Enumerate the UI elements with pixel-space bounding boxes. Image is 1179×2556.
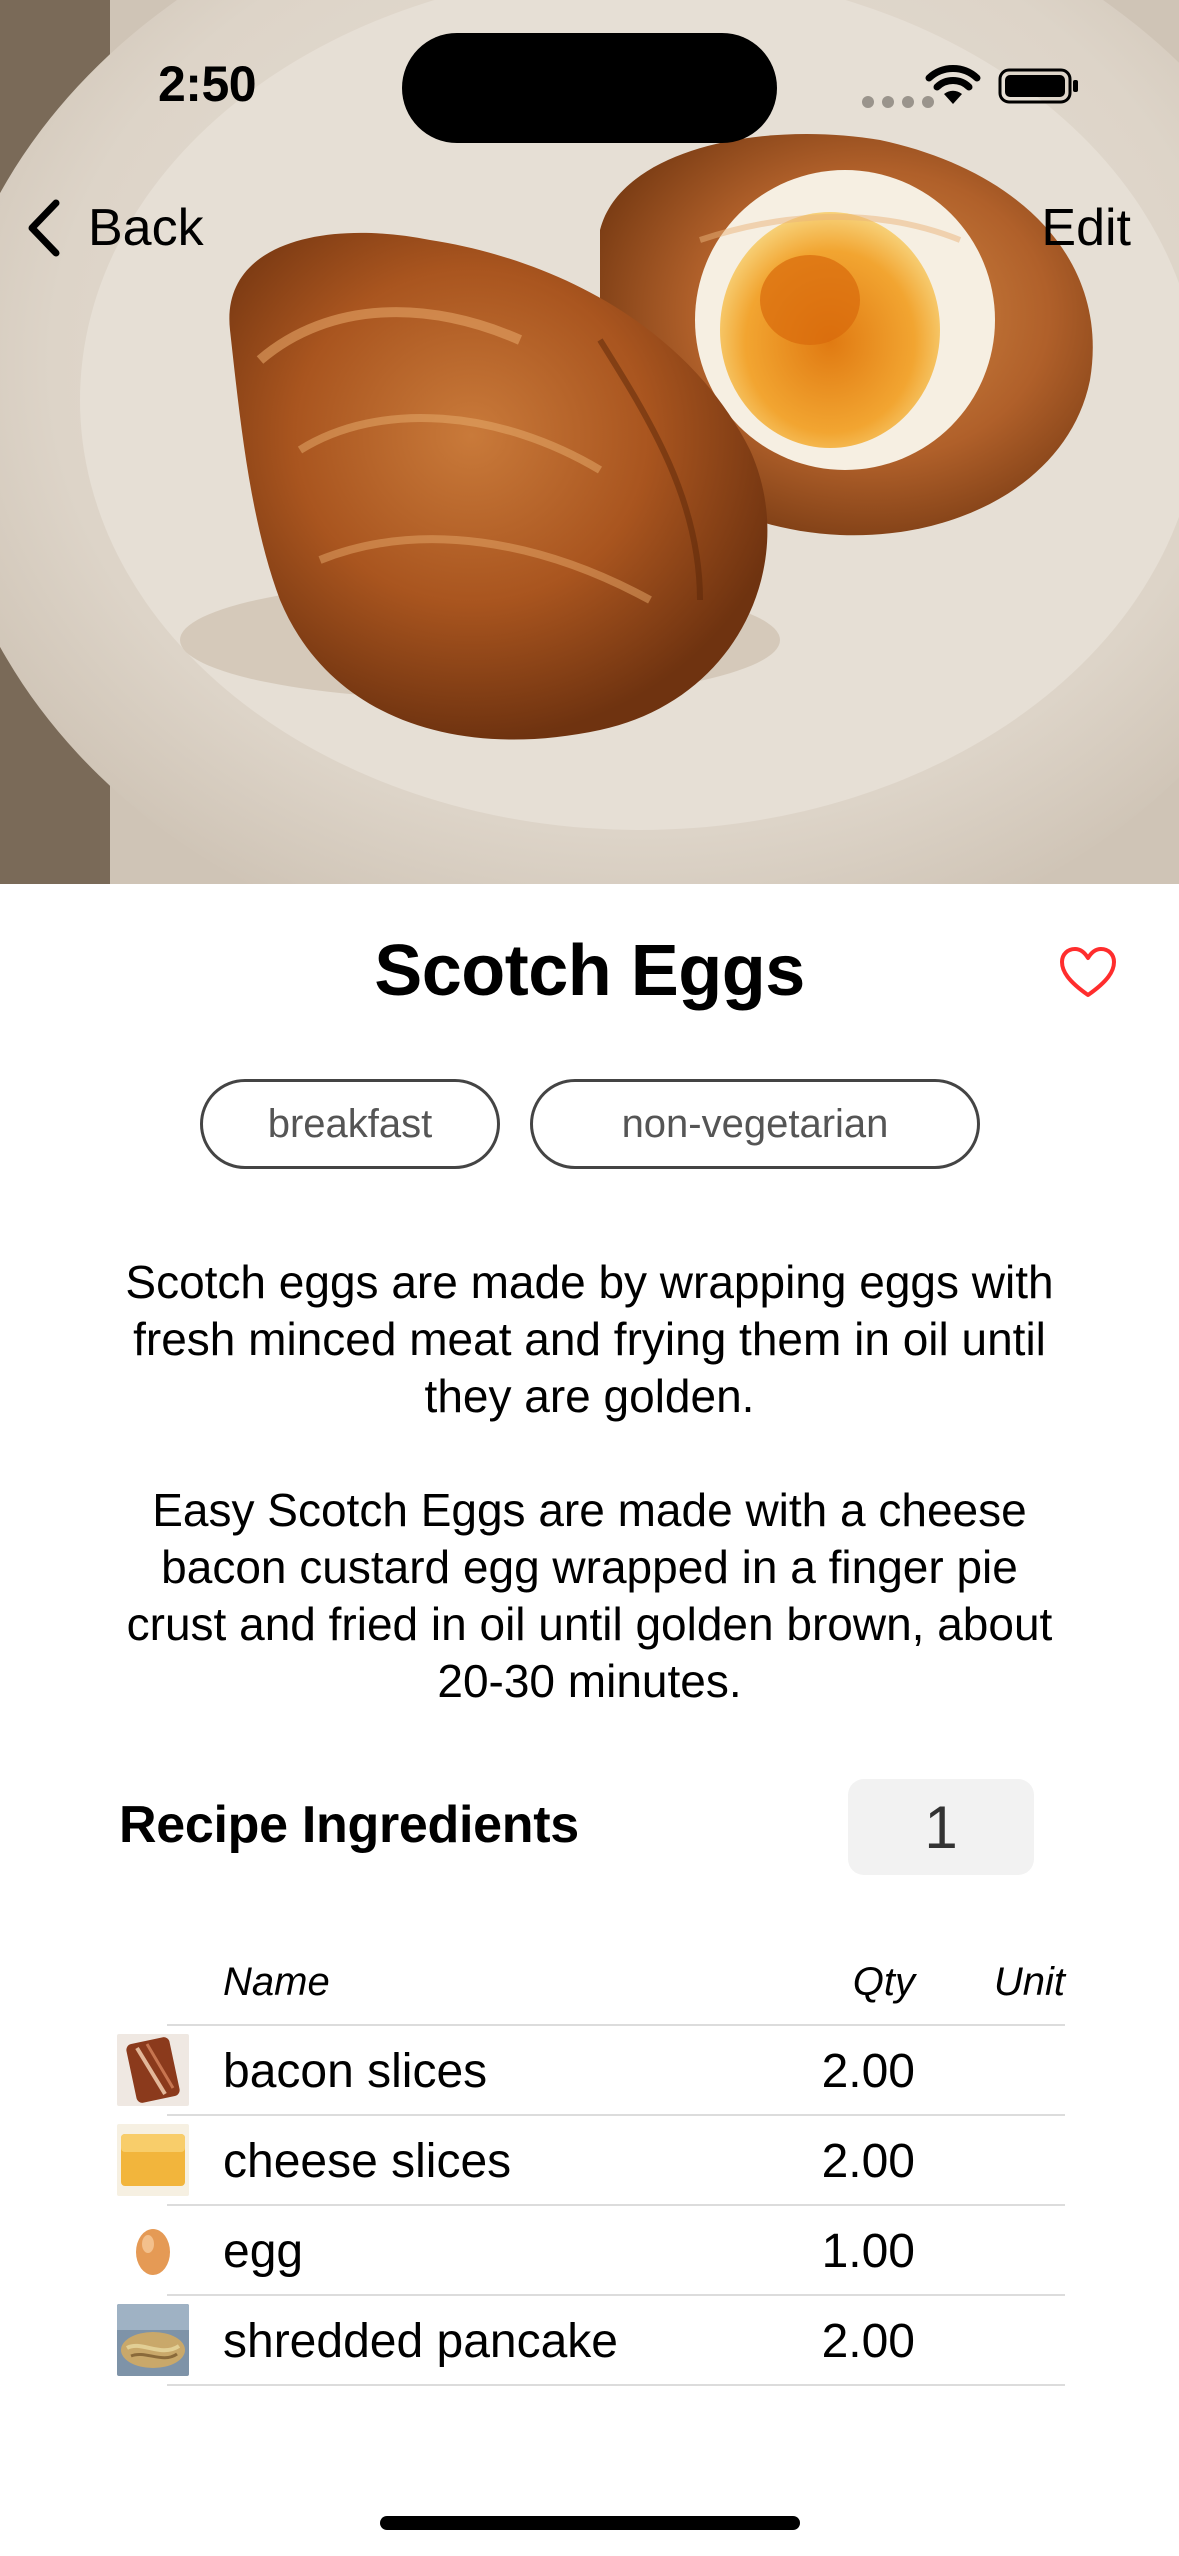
- heart-outline-icon: [1060, 947, 1116, 997]
- home-indicator[interactable]: [380, 2516, 800, 2530]
- bacon-thumbnail: [117, 2034, 189, 2106]
- egg-thumbnail: [117, 2214, 189, 2286]
- column-header-name: Name: [223, 1960, 330, 2004]
- ingredients-heading: Recipe Ingredients: [119, 1796, 579, 1854]
- ingredient-qty: 2.00: [821, 2135, 915, 2188]
- dynamic-island: [402, 33, 777, 143]
- description-paragraph: Scotch eggs are made by wrapping eggs wi…: [125, 1256, 1054, 1422]
- back-button[interactable]: Back: [24, 190, 204, 266]
- column-header-unit: Unit: [993, 1960, 1065, 2004]
- battery-icon: [998, 68, 1078, 104]
- ingredient-name: egg: [223, 2225, 304, 2278]
- recipe-description: Scotch eggs are made by wrapping eggs wi…: [120, 1254, 1059, 1710]
- servings-input[interactable]: 1: [848, 1779, 1034, 1875]
- wifi-icon: [925, 65, 981, 104]
- status-bar: 2:50: [0, 0, 1179, 160]
- table-row[interactable]: cheese slices 2.00: [115, 2116, 1065, 2206]
- status-time: 2:50: [158, 56, 257, 112]
- ingredient-qty: 1.00: [821, 2225, 915, 2278]
- table-row[interactable]: egg 1.00: [115, 2206, 1065, 2296]
- back-button-label: Back: [88, 199, 204, 257]
- tag-non-vegetarian[interactable]: non-vegetarian: [530, 1079, 980, 1169]
- favorite-button[interactable]: [1058, 945, 1118, 1001]
- row-divider: [167, 2384, 1065, 2386]
- table-header: Name Qty Unit: [167, 1950, 1065, 2026]
- edit-button[interactable]: Edit: [1041, 190, 1131, 266]
- table-row[interactable]: bacon slices 2.00: [115, 2026, 1065, 2116]
- ingredient-qty: 2.00: [821, 2045, 915, 2098]
- pancake-thumbnail: [117, 2304, 189, 2376]
- tag-breakfast[interactable]: breakfast: [200, 1079, 500, 1169]
- ingredient-qty: 2.00: [821, 2315, 915, 2368]
- table-row[interactable]: shredded pancake 2.00: [115, 2296, 1065, 2386]
- chevron-left-icon: [28, 199, 60, 257]
- ingredient-name: shredded pancake: [223, 2315, 618, 2368]
- column-header-qty: Qty: [852, 1960, 915, 2004]
- ingredient-name: bacon slices: [223, 2045, 488, 2098]
- cheese-thumbnail: [117, 2124, 189, 2196]
- ingredients-table: Name Qty Unit bacon slices 2.00 cheese s…: [115, 1950, 1065, 2386]
- description-paragraph: Easy Scotch Eggs are made with a cheese …: [126, 1484, 1053, 1707]
- ingredient-name: cheese slices: [223, 2135, 512, 2188]
- recipe-title: Scotch Eggs: [374, 931, 805, 1011]
